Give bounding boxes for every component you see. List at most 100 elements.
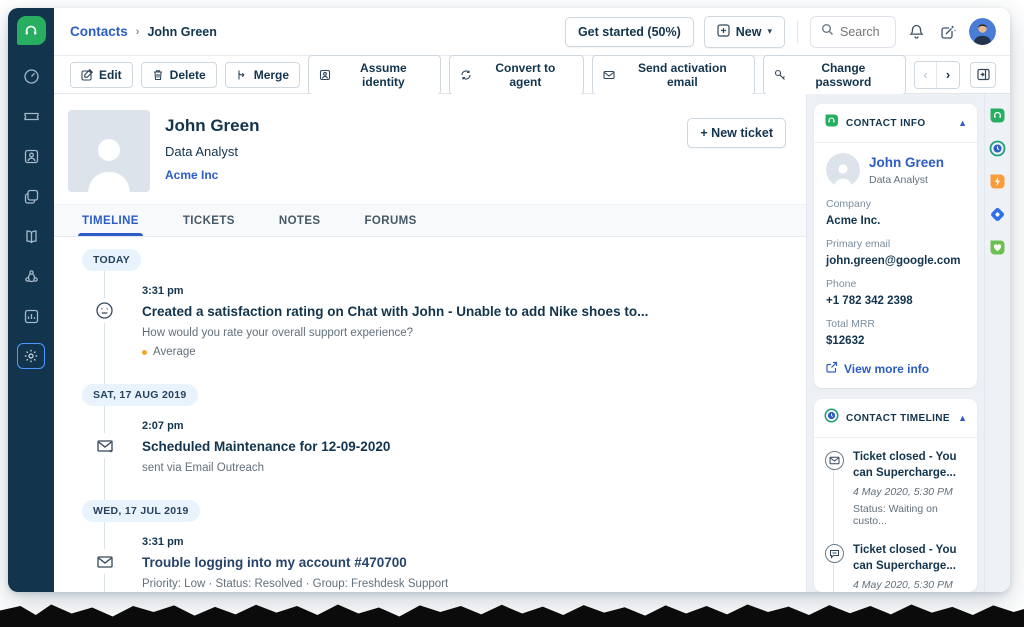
- entry-title[interactable]: Trouble logging into my account #470700: [142, 555, 786, 570]
- rating-dot-icon: [142, 349, 147, 355]
- get-started-button[interactable]: Get started (50%): [564, 16, 694, 47]
- contact-role: Data Analyst: [165, 144, 238, 159]
- page: Contacts › John Green Get started (50%) …: [0, 0, 1024, 627]
- nav-companies-icon[interactable]: [17, 183, 45, 209]
- entry-meta: Priority: Low · Status: Resolved · Group…: [142, 578, 449, 590]
- edit-button[interactable]: Edit: [70, 61, 133, 88]
- search-input[interactable]: [840, 24, 888, 39]
- email-sent-icon: [92, 433, 117, 458]
- entry-meta: How would you rate your overall support …: [142, 327, 414, 339]
- contact-company-link[interactable]: Acme Inc: [165, 168, 259, 182]
- view-more-info-link[interactable]: View more info: [826, 361, 965, 376]
- previous-record-button[interactable]: ‹: [915, 61, 937, 88]
- email-icon: [825, 451, 844, 470]
- contact-name: John Green: [165, 116, 260, 135]
- header-divider: [797, 20, 798, 43]
- nav-contacts-icon[interactable]: [17, 143, 45, 169]
- external-link-icon: [826, 361, 838, 376]
- top-header: Contacts › John Green Get started (50%) …: [54, 8, 1010, 56]
- timeline-entry[interactable]: 3:31 pm Trouble logging into my account …: [82, 536, 786, 592]
- new-ticket-button[interactable]: + New ticket: [687, 118, 786, 148]
- contact-timeline-entry[interactable]: Ticket closed - You can Supercharge... 4…: [824, 543, 967, 592]
- timeline-entry[interactable]: 3:31 pm Created a satisfaction rating on…: [82, 285, 786, 358]
- timeline-clock-app-icon[interactable]: [989, 139, 1007, 157]
- contact-timeline-title: CONTACT TIMELINE: [846, 412, 950, 424]
- freshteam-app-icon[interactable]: [989, 238, 1007, 256]
- timeline-list: TODAY 3:31 pm Created a satisfaction rat…: [54, 237, 806, 592]
- breadcrumb-current: John Green: [147, 24, 217, 39]
- entry-meta: sent via Email Outreach: [142, 462, 265, 474]
- send-activation-email-button[interactable]: Send activation email: [592, 54, 755, 95]
- chat-bubble-icon: [825, 544, 844, 564]
- breadcrumb-contacts[interactable]: Contacts: [70, 24, 128, 39]
- contact-info-title: CONTACT INFO: [846, 117, 926, 129]
- contact-main-panel: John Green Data Analyst Acme Inc + New t…: [54, 94, 806, 592]
- contact-tabs: TIMELINE TICKETS NOTES FORUMS: [54, 204, 806, 237]
- app-window: Contacts › John Green Get started (50%) …: [8, 8, 1010, 592]
- freshdesk-logo-icon[interactable]: [16, 16, 46, 45]
- assume-identity-button[interactable]: Assume identity: [308, 54, 441, 95]
- entry-rating: Average: [142, 346, 786, 358]
- contact-timeline-entry[interactable]: Ticket closed - You can Supercharge... 4…: [824, 450, 967, 527]
- contact-info-name[interactable]: John Green: [869, 155, 944, 170]
- action-toolbar: Edit Delete Merge Assume identity Conver…: [54, 54, 1010, 95]
- timeline-date-badge: TODAY: [82, 249, 142, 271]
- whats-new-icon[interactable]: [937, 21, 959, 43]
- contact-info-card: CONTACT INFO ▲ John Green Data Analyst C…: [814, 104, 977, 388]
- app-strip: [984, 94, 1010, 592]
- tab-timeline[interactable]: TIMELINE: [78, 205, 143, 236]
- entry-title[interactable]: Created a satisfaction rating on Chat wi…: [142, 304, 786, 319]
- entry-time: 3:31 pm: [142, 285, 184, 297]
- user-avatar[interactable]: [969, 18, 996, 45]
- left-nav-rail: [8, 8, 54, 592]
- freshdesk-app-icon[interactable]: [989, 106, 1007, 124]
- nav-dashboard-icon[interactable]: [17, 63, 45, 89]
- nav-analytics-icon[interactable]: [17, 303, 45, 329]
- nav-community-icon[interactable]: [17, 263, 45, 289]
- nav-solutions-icon[interactable]: [17, 223, 45, 249]
- new-dropdown-button[interactable]: New ▾: [703, 15, 785, 48]
- search-box[interactable]: [810, 15, 896, 48]
- field-phone: Phone +1 782 342 2398: [826, 278, 913, 307]
- tab-notes[interactable]: NOTES: [279, 205, 321, 236]
- contact-info-avatar: [826, 153, 860, 187]
- tab-tickets[interactable]: TICKETS: [183, 205, 235, 236]
- field-total-mrr: Total MRR $12632: [826, 318, 876, 347]
- breadcrumb-separator-icon: ›: [135, 25, 140, 38]
- collapse-chevron-icon[interactable]: ▲: [958, 118, 967, 128]
- email-icon: [92, 549, 117, 574]
- freshdesk-badge-icon: [824, 113, 839, 133]
- convert-to-agent-button[interactable]: Convert to agent: [448, 54, 584, 95]
- timeline-date-badge: SAT, 17 AUG 2019: [82, 384, 198, 406]
- entry-time: 3:31 pm: [142, 536, 184, 548]
- freshconnect-app-icon[interactable]: [989, 205, 1007, 223]
- collapse-chevron-icon[interactable]: ▲: [958, 413, 967, 423]
- contact-info-role: Data Analyst: [869, 173, 928, 186]
- change-password-button[interactable]: Change password: [762, 54, 906, 95]
- timeline-clock-icon: [824, 408, 839, 428]
- field-company: Company Acme Inc.: [826, 198, 881, 227]
- right-sidebar: CONTACT INFO ▲ John Green Data Analyst C…: [806, 94, 984, 592]
- nav-tickets-icon[interactable]: [17, 103, 45, 129]
- contact-timeline-card: CONTACT TIMELINE ▲ Ticket closed - You c: [814, 399, 977, 592]
- record-pager: ‹ ›: [914, 60, 960, 89]
- plus-square-icon: [717, 23, 730, 40]
- entry-title[interactable]: Scheduled Maintenance for 12-09-2020: [142, 439, 786, 454]
- field-primary-email: Primary email john.green@google.com: [826, 238, 961, 267]
- timeline-entry[interactable]: 2:07 pm Scheduled Maintenance for 12-09-…: [82, 420, 786, 474]
- contact-avatar-placeholder: [68, 110, 150, 192]
- collapse-panel-icon[interactable]: [970, 61, 996, 88]
- delete-button[interactable]: Delete: [140, 61, 217, 88]
- contact-profile-header: John Green Data Analyst Acme Inc + New t…: [54, 94, 806, 204]
- search-icon: [821, 23, 834, 41]
- notifications-bell-icon[interactable]: [906, 21, 927, 42]
- tab-forums[interactable]: FORUMS: [365, 205, 417, 236]
- merge-button[interactable]: Merge: [224, 61, 301, 88]
- freshsales-app-icon[interactable]: [989, 172, 1007, 190]
- neutral-face-icon: [92, 298, 117, 323]
- chevron-down-icon: ▾: [767, 26, 772, 36]
- timeline-date-badge: WED, 17 JUL 2019: [82, 500, 200, 522]
- nav-settings-icon[interactable]: [17, 343, 45, 369]
- entry-time: 2:07 pm: [142, 420, 184, 432]
- next-record-button[interactable]: ›: [937, 61, 959, 88]
